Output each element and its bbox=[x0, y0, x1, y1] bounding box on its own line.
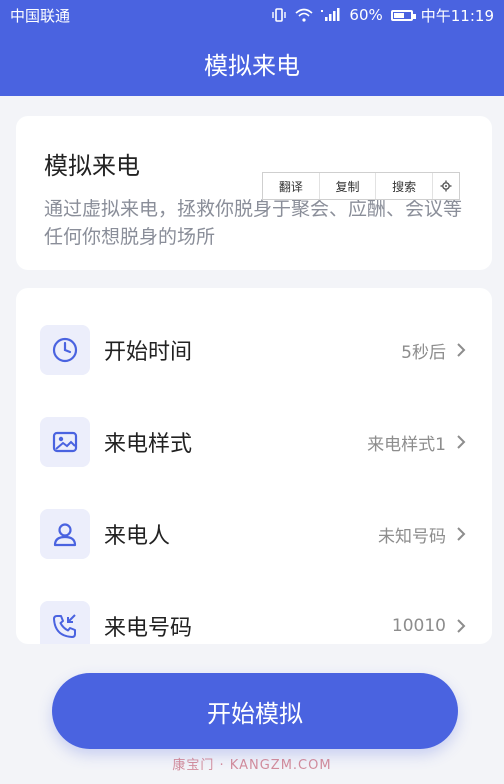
chevron-right-icon bbox=[452, 433, 470, 451]
status-bar: 中国联通 60% 中午11:19 bbox=[0, 0, 504, 30]
watermark: 康宝门 · KANGZM.COM bbox=[172, 758, 332, 773]
incoming-call-icon bbox=[40, 601, 90, 644]
setting-label: 开始时间 bbox=[104, 340, 193, 365]
setting-label: 来电人 bbox=[104, 524, 171, 549]
translate-menu-item[interactable]: 翻译 bbox=[263, 173, 320, 199]
setting-row-start-time[interactable]: 开始时间 5秒后 bbox=[16, 320, 492, 380]
battery-icon bbox=[390, 9, 416, 21]
battery-percent: 60% bbox=[349, 6, 383, 24]
status-indicators: 60% 中午11:19 bbox=[271, 5, 494, 26]
copy-menu-item[interactable]: 复制 bbox=[320, 173, 377, 199]
setting-value: 来电样式1 bbox=[367, 434, 446, 455]
setting-row-caller-number[interactable]: 来电号码 10010 bbox=[16, 596, 492, 644]
setting-label: 来电号码 bbox=[104, 616, 193, 641]
start-button-label: 开始模拟 bbox=[207, 699, 303, 728]
vibrate-icon bbox=[271, 8, 287, 22]
chevron-right-icon bbox=[452, 341, 470, 359]
settings-card: 开始时间 5秒后 来电样式 来电样式1 来电人 未知号码 来电号码 10010 bbox=[16, 288, 492, 644]
setting-row-call-style[interactable]: 来电样式 来电样式1 bbox=[16, 412, 492, 472]
setting-value: 10010 bbox=[391, 616, 446, 636]
search-menu-item[interactable]: 搜索 bbox=[376, 173, 434, 199]
setting-row-caller[interactable]: 来电人 未知号码 bbox=[16, 504, 492, 564]
chevron-right-icon bbox=[452, 525, 470, 543]
setting-label: 来电样式 bbox=[104, 432, 193, 457]
intro-description: 通过虚拟来电，拯救你脱身于聚会、应酬、会议等任何你想脱身的场所 bbox=[44, 198, 463, 248]
clock-time: 中午11:19 bbox=[420, 6, 494, 25]
signal-icon bbox=[321, 8, 341, 22]
image-icon bbox=[40, 417, 90, 467]
setting-value: 未知号码 bbox=[378, 526, 446, 547]
gear-icon[interactable] bbox=[433, 173, 459, 199]
clock-icon bbox=[40, 325, 90, 375]
setting-value: 5秒后 bbox=[401, 342, 446, 363]
chevron-right-icon bbox=[452, 617, 470, 635]
page-title: 模拟来电 bbox=[204, 51, 300, 80]
carrier-name: 中国联通 bbox=[10, 6, 71, 25]
wifi-icon bbox=[295, 8, 313, 22]
start-simulation-button[interactable]: 开始模拟 bbox=[52, 673, 458, 749]
text-selection-menu: 翻译 复制 搜索 bbox=[262, 172, 460, 200]
person-icon bbox=[40, 509, 90, 559]
app-bar: 模拟来电 bbox=[0, 30, 504, 96]
